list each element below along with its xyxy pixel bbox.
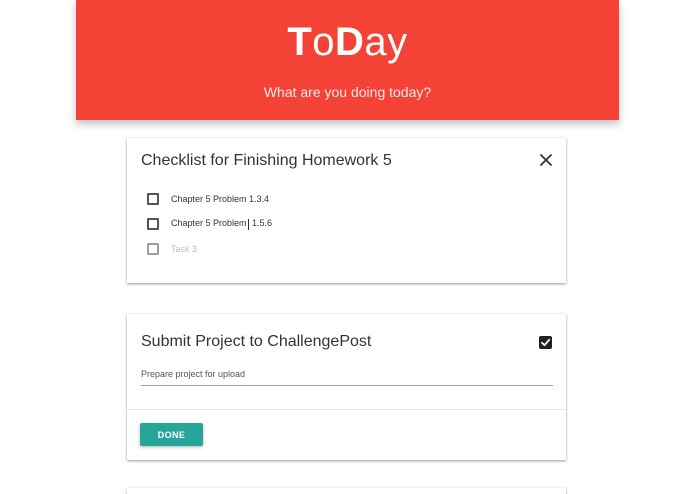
card-divider (127, 409, 566, 410)
new-task-input[interactable]: Task 3 (171, 244, 197, 254)
next-card (127, 488, 566, 494)
logo-letter-o: o (312, 20, 336, 64)
task-checkbox[interactable] (147, 218, 159, 230)
task-item: Chapter 5 Problem 1.5.6 (147, 217, 272, 231)
logo-letter-t: T (287, 20, 313, 64)
app-logo: ToDay (76, 18, 619, 66)
card-title[interactable]: Checklist for Finishing Homework 5 (141, 152, 392, 170)
close-icon[interactable] (538, 152, 554, 168)
task-item: Chapter 5 Problem 1.3.4 (147, 192, 269, 206)
description-field[interactable]: Prepare project for upload (141, 364, 553, 386)
task-checkbox[interactable] (147, 243, 159, 255)
check-icon (541, 338, 551, 347)
task-text-input[interactable]: Chapter 5 Problem 1.5.6 (171, 218, 272, 230)
text-caret (247, 218, 249, 230)
logo-letters-ay: ay (364, 20, 408, 64)
logo-letter-d: D (335, 20, 365, 64)
task-checkbox[interactable] (147, 193, 159, 205)
completed-checkbox[interactable] (539, 336, 552, 349)
task-text[interactable]: Chapter 5 Problem 1.3.4 (171, 194, 269, 204)
app-tagline: What are you doing today? (263, 84, 432, 100)
card-title[interactable]: Submit Project to ChallengePost (141, 333, 371, 351)
checklist-card: Checklist for Finishing Homework 5 Chapt… (127, 138, 566, 283)
app-header: ToDay What are you doing today? (76, 0, 619, 120)
task-item-new: Task 3 (147, 242, 197, 256)
done-button[interactable]: DONE (140, 423, 203, 446)
description-text: Prepare project for upload (141, 369, 246, 379)
project-card: Submit Project to ChallengePost Prepare … (127, 314, 566, 460)
